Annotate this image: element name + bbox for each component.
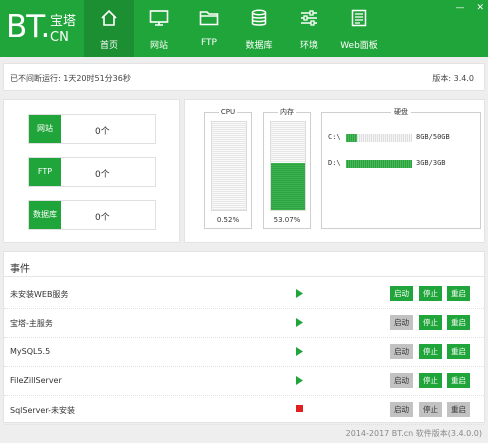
- drive-fill: [346, 160, 412, 168]
- start-button[interactable]: 启动: [390, 373, 413, 388]
- memory-percent: 53.07%: [273, 216, 301, 224]
- service-name: 宝塔-主服务: [10, 319, 53, 328]
- stat-label: FTP: [29, 158, 61, 186]
- logo-cn-bottom: CN: [50, 30, 69, 45]
- footer-text: 2014-2017 BT.cn 软件版本(3.4.0.0): [345, 429, 482, 438]
- stop-button[interactable]: 停止: [419, 286, 442, 301]
- drive-name: D:\: [328, 159, 341, 167]
- home-icon: [101, 9, 117, 26]
- service-name: MySQL5.5: [10, 347, 51, 356]
- nav-item-environment[interactable]: 环境: [284, 0, 334, 57]
- memory-label: 内存: [278, 108, 296, 116]
- running-status-icon: [296, 376, 303, 388]
- status-bar: 已不间断运行: 1天20时51分36秒 版本: 3.4.0: [3, 63, 485, 91]
- stop-button[interactable]: 停止: [419, 402, 442, 417]
- stat-value: 0个: [95, 213, 110, 223]
- disk-box: 硬盘 C:\ 8GB/50GB D:\ 3GB/3GB: [321, 108, 481, 229]
- nav-item-web-panel[interactable]: Web面板: [334, 0, 384, 57]
- start-button[interactable]: 启动: [390, 402, 413, 417]
- drive-d: D:\ 3GB/3GB: [328, 159, 478, 169]
- start-button[interactable]: 启动: [390, 286, 413, 301]
- drive-fill: [346, 134, 357, 142]
- stop-button[interactable]: 停止: [419, 344, 442, 359]
- sliders-icon: [301, 10, 317, 26]
- divider: [4, 276, 484, 277]
- window-controls: — ✕: [455, 3, 484, 13]
- drive-c: C:\ 8GB/50GB: [328, 133, 478, 143]
- memory-fill: [271, 163, 305, 210]
- database-icon: [251, 9, 267, 26]
- start-button[interactable]: 启动: [390, 315, 413, 330]
- resource-panel: CPU 0.52% 内存 53.07% 硬盘 C:\ 8GB/50GB D:\ …: [184, 99, 485, 243]
- nav-label-ftp: FTP: [201, 38, 217, 48]
- cpu-track: [211, 121, 247, 211]
- document-icon: [351, 9, 367, 27]
- restart-button[interactable]: 重启: [447, 373, 470, 388]
- stat-ftp[interactable]: FTP 0个: [28, 157, 156, 187]
- service-row-main-service: 宝塔-主服务 启动 停止 重启: [4, 309, 484, 338]
- running-status-icon: [296, 347, 303, 359]
- nav-label-website: 网站: [149, 41, 168, 51]
- stopped-status-icon: [296, 405, 303, 415]
- cpu-gauge: CPU 0.52%: [204, 108, 252, 229]
- stat-label: 数据库: [29, 201, 61, 229]
- nav-item-database[interactable]: 数据库: [234, 0, 284, 57]
- events-panel: 事件 未安装WEB服务 启动 停止 重启 宝塔-主服务 启动 停止 重启 MySQL5.5 启动停…: [3, 251, 485, 425]
- drive-size: 8GB/50GB: [416, 133, 450, 141]
- drive-track: [346, 134, 412, 142]
- nav-item-home[interactable]: 首页: [84, 0, 134, 57]
- events-title: 事件: [10, 264, 30, 275]
- nav-item-website[interactable]: 网站: [134, 0, 184, 57]
- running-status-icon: [296, 318, 303, 330]
- nav-label-environment: 环境: [299, 41, 318, 51]
- stat-value: 0个: [95, 170, 110, 180]
- stat-database[interactable]: 数据库 0个: [28, 200, 156, 230]
- nav-label-database: 数据库: [245, 41, 273, 51]
- folder-icon: [199, 11, 219, 26]
- service-name: 未安装WEB服务: [10, 290, 69, 299]
- minimize-button[interactable]: —: [455, 3, 464, 13]
- start-button[interactable]: 启动: [390, 344, 413, 359]
- memory-track: [270, 121, 306, 211]
- stat-website[interactable]: 网站 0个: [28, 114, 156, 144]
- restart-button[interactable]: 重启: [447, 402, 470, 417]
- logo: BT. 宝塔 CN: [6, 9, 82, 49]
- cpu-percent: 0.52%: [216, 216, 240, 224]
- monitor-icon: [149, 10, 169, 26]
- drive-track: [346, 160, 412, 168]
- service-row-sqlserver: SqlServer-未安装 启动 停止 重启: [4, 396, 484, 425]
- cpu-label: CPU: [218, 108, 238, 116]
- logo-cn-top: 宝塔: [50, 14, 77, 29]
- nav-item-ftp[interactable]: FTP: [184, 0, 234, 57]
- service-row-mysql: MySQL5.5 启动 停止 重启: [4, 338, 484, 367]
- service-row-web-service: 未安装WEB服务 启动 停止 重启: [4, 280, 484, 309]
- nav-label-web-panel: Web面板: [340, 41, 378, 51]
- main-nav: 首页 网站 FTP 数据库 环境 Web面板: [84, 0, 384, 57]
- app-header: BT. 宝塔 CN 首页 网站 FTP 数据库 环境 Web面板 — ✕: [0, 0, 488, 57]
- version-text: 版本: 3.4.0: [432, 74, 474, 83]
- service-row-filezilla: FileZillServer 启动 停止 重启: [4, 367, 484, 396]
- memory-gauge: 内存 53.07%: [263, 108, 311, 229]
- disk-label: 硬盘: [391, 108, 411, 116]
- restart-button[interactable]: 重启: [447, 315, 470, 330]
- logo-text: BT.: [6, 9, 50, 45]
- restart-button[interactable]: 重启: [447, 344, 470, 359]
- service-name: FileZillServer: [10, 376, 62, 385]
- stop-button[interactable]: 停止: [419, 315, 442, 330]
- stat-label: 网站: [29, 115, 61, 143]
- stop-button[interactable]: 停止: [419, 373, 442, 388]
- drive-size: 3GB/3GB: [416, 159, 446, 167]
- stat-value: 0个: [95, 127, 110, 137]
- restart-button[interactable]: 重启: [447, 286, 470, 301]
- nav-label-home: 首页: [99, 41, 118, 51]
- stats-panel: 网站 0个 FTP 0个 数据库 0个: [3, 99, 180, 243]
- drive-name: C:\: [328, 133, 341, 141]
- service-name: SqlServer-未安装: [10, 406, 75, 415]
- close-button[interactable]: ✕: [476, 3, 484, 13]
- running-status-icon: [296, 289, 303, 301]
- uptime-text: 已不间断运行: 1天20时51分36秒: [10, 74, 131, 83]
